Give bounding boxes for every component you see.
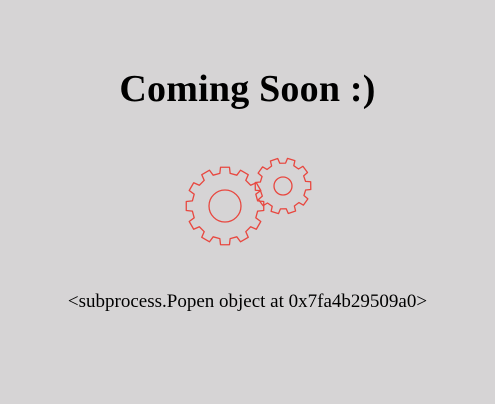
coming-soon-page: Coming Soon :) <subprocess.Popen object … <box>0 0 495 404</box>
gear-small-outline <box>254 157 312 215</box>
gear-large-hub <box>208 189 242 223</box>
page-title: Coming Soon :) <box>119 68 376 110</box>
status-text: <subprocess.Popen object at 0x7fa4b29509… <box>67 291 428 312</box>
gear-small-hub <box>273 176 293 196</box>
gears-icon <box>185 157 312 246</box>
small-gear-icon <box>254 157 312 215</box>
gear-large-outline <box>185 166 265 246</box>
large-gear-icon <box>185 166 265 246</box>
